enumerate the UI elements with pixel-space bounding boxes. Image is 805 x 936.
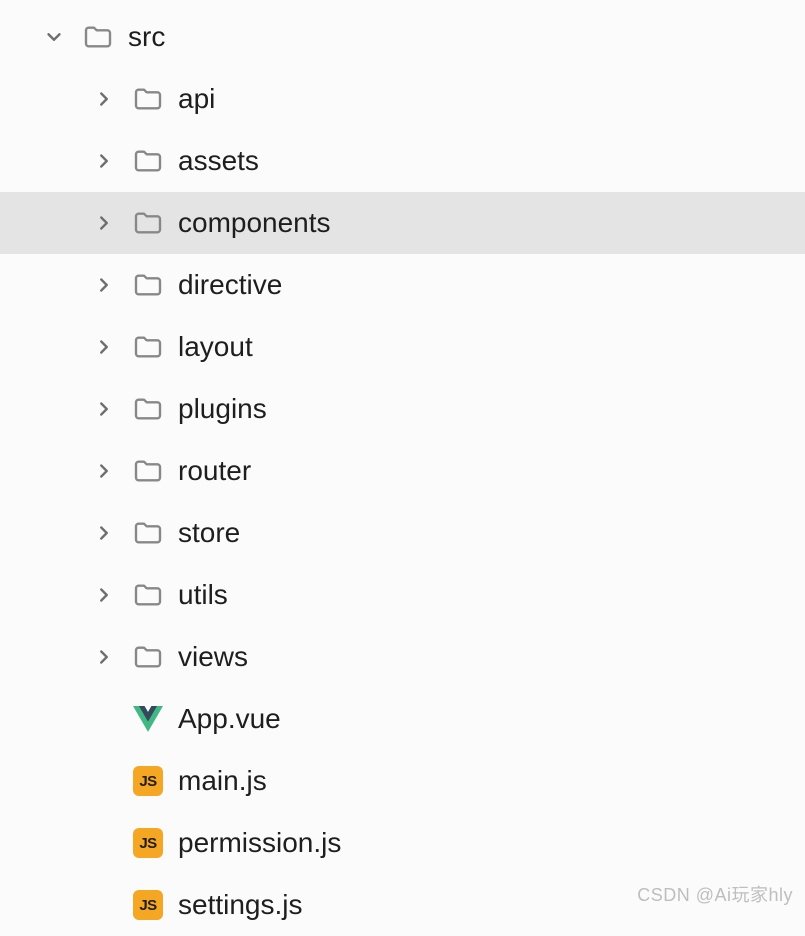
- chevron-right-icon: [90, 271, 118, 299]
- chevron-right-icon: [90, 209, 118, 237]
- js-icon: JS: [132, 765, 164, 797]
- chevron-right-icon: [90, 643, 118, 671]
- tree-item-layout[interactable]: layout: [0, 316, 805, 378]
- tree-item-label: api: [178, 85, 215, 113]
- tree-item-directive[interactable]: directive: [0, 254, 805, 316]
- tree-item-src[interactable]: src: [0, 6, 805, 68]
- tree-item-label: assets: [178, 147, 259, 175]
- chevron-right-icon: [90, 395, 118, 423]
- tree-item-label: layout: [178, 333, 253, 361]
- chevron-right-icon: [90, 457, 118, 485]
- chevron-right-icon: [90, 519, 118, 547]
- tree-item-label: plugins: [178, 395, 267, 423]
- tree-item-label: App.vue: [178, 705, 281, 733]
- chevron-down-icon: [40, 23, 68, 51]
- tree-item-assets[interactable]: assets: [0, 130, 805, 192]
- file-tree: src api assets components: [0, 0, 805, 936]
- tree-item-permission-js[interactable]: JS permission.js: [0, 812, 805, 874]
- tree-item-label: directive: [178, 271, 282, 299]
- tree-item-components[interactable]: components: [0, 192, 805, 254]
- folder-icon: [132, 83, 164, 115]
- tree-item-label: store: [178, 519, 240, 547]
- chevron-right-icon: [90, 581, 118, 609]
- js-icon: JS: [132, 889, 164, 921]
- tree-item-label: main.js: [178, 767, 267, 795]
- tree-item-store[interactable]: store: [0, 502, 805, 564]
- vue-icon: [132, 703, 164, 735]
- chevron-right-icon: [90, 85, 118, 113]
- tree-item-views[interactable]: views: [0, 626, 805, 688]
- folder-icon: [132, 455, 164, 487]
- tree-item-settings-js[interactable]: JS settings.js: [0, 874, 805, 936]
- tree-item-api[interactable]: api: [0, 68, 805, 130]
- tree-item-main-js[interactable]: JS main.js: [0, 750, 805, 812]
- tree-item-utils[interactable]: utils: [0, 564, 805, 626]
- folder-icon: [132, 145, 164, 177]
- folder-icon: [132, 207, 164, 239]
- tree-item-label: views: [178, 643, 248, 671]
- folder-icon: [132, 269, 164, 301]
- folder-icon: [132, 331, 164, 363]
- tree-item-plugins[interactable]: plugins: [0, 378, 805, 440]
- tree-item-label: components: [178, 209, 331, 237]
- tree-item-label: permission.js: [178, 829, 341, 857]
- js-icon: JS: [132, 827, 164, 859]
- tree-item-label: src: [128, 23, 165, 51]
- tree-item-label: utils: [178, 581, 228, 609]
- folder-icon: [132, 393, 164, 425]
- tree-item-router[interactable]: router: [0, 440, 805, 502]
- folder-icon: [82, 21, 114, 53]
- folder-icon: [132, 641, 164, 673]
- chevron-right-icon: [90, 333, 118, 361]
- folder-icon: [132, 579, 164, 611]
- tree-item-app-vue[interactable]: App.vue: [0, 688, 805, 750]
- tree-item-label: router: [178, 457, 251, 485]
- folder-icon: [132, 517, 164, 549]
- chevron-right-icon: [90, 147, 118, 175]
